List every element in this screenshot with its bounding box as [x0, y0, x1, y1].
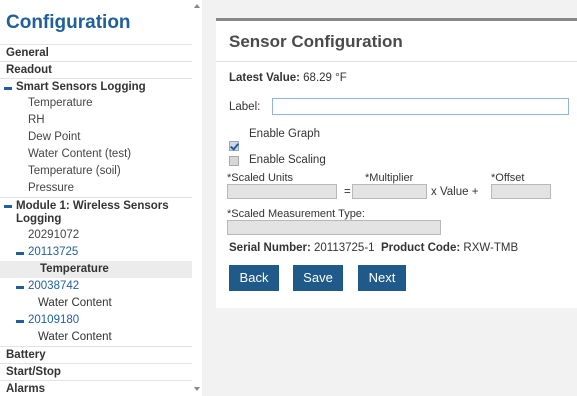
sidebar-item-water-content-2[interactable]: Water Content — [0, 329, 192, 346]
scaled-type-input[interactable] — [227, 220, 441, 235]
sidebar-item-module1[interactable]: Module 1: Wireless Sensors Logging — [0, 197, 192, 227]
enable-scaling-label: Enable Scaling — [249, 154, 326, 166]
sidebar-item-pressure[interactable]: Pressure — [0, 180, 192, 197]
latest-value-text: 68.29 °F — [303, 72, 347, 84]
sidebar-scrollbar[interactable] — [192, 0, 202, 396]
scaled-units-input[interactable] — [227, 184, 337, 199]
sidebar-item-water-content-1[interactable]: Water Content — [0, 295, 192, 312]
collapse-icon[interactable] — [16, 320, 24, 323]
collapse-icon[interactable] — [16, 252, 24, 255]
sidebar-nav: General Readout Smart Sensors Logging Te… — [0, 44, 192, 396]
sidebar-item-water-content-test[interactable]: Water Content (test) — [0, 146, 192, 163]
sidebar-item-start-stop[interactable]: Start/Stop — [0, 363, 192, 380]
latest-value: Latest Value: 68.29 °F — [229, 72, 347, 84]
multiplier-input[interactable] — [352, 184, 427, 199]
sidebar-item-dew-point[interactable]: Dew Point — [0, 129, 192, 146]
offset-input[interactable] — [491, 184, 551, 199]
sidebar-item-label: 20113725 — [28, 246, 79, 258]
x-value-plus: x Value + — [431, 186, 479, 198]
sidebar-item-label: 20109180 — [28, 314, 80, 326]
product-code-value: RXW-TMB — [463, 242, 519, 254]
collapse-icon[interactable] — [4, 205, 12, 208]
enable-graph-checkbox[interactable] — [229, 141, 239, 151]
label-field-label: Label: — [229, 101, 261, 113]
sidebar-item-sensor-20291072[interactable]: 20291072 — [0, 227, 192, 244]
next-button[interactable]: Next — [358, 265, 406, 291]
sidebar-item-alarms[interactable]: Alarms — [0, 380, 192, 396]
sidebar-item-sensor-20109180[interactable]: 20109180 — [0, 312, 192, 329]
sidebar-item-sensor-20038742[interactable]: 20038742 — [0, 278, 192, 295]
sidebar-item-sensor-temperature[interactable]: Temperature — [0, 261, 192, 278]
scaled-type-label: *Scaled Measurement Type: — [227, 208, 365, 220]
sidebar-item-sensor-20113725[interactable]: 20113725 — [0, 244, 192, 261]
sidebar-item-battery[interactable]: Battery — [0, 346, 192, 363]
offset-label: *Offset — [491, 172, 525, 184]
sidebar-title: Configuration — [6, 12, 131, 33]
label-input[interactable] — [272, 98, 569, 115]
scroll-down-arrow-icon[interactable] — [194, 387, 200, 391]
collapse-icon[interactable] — [4, 87, 12, 90]
title-divider — [216, 61, 577, 62]
sidebar-item-general[interactable]: General — [0, 44, 192, 61]
sensor-config-panel: Sensor Configuration Latest Value: 68.29… — [216, 18, 577, 308]
config-sidebar: Configuration General Readout Smart Sens… — [0, 0, 192, 396]
sidebar-item-rh[interactable]: RH — [0, 112, 192, 129]
save-button[interactable]: Save — [293, 265, 343, 291]
serial-number-value: 20113725-1 — [314, 242, 375, 254]
multiplier-label: *Multiplier — [365, 172, 414, 184]
collapse-icon[interactable] — [16, 286, 24, 289]
scroll-up-arrow-icon[interactable] — [194, 4, 200, 8]
product-code-label: Product Code: — [380, 242, 461, 254]
sidebar-item-readout[interactable]: Readout — [0, 61, 192, 78]
enable-graph-label: Enable Graph — [249, 128, 320, 140]
sidebar-item-temperature-soil[interactable]: Temperature (soil) — [0, 163, 192, 180]
enable-scaling-checkbox[interactable] — [229, 156, 239, 166]
sidebar-item-label: 20038742 — [28, 280, 80, 292]
scaled-units-label: *Scaled Units — [227, 172, 294, 184]
sidebar-item-label: Module 1: Wireless Sensors Logging — [16, 200, 169, 225]
sidebar-item-smart-sensors[interactable]: Smart Sensors Logging — [0, 78, 192, 95]
serial-product-line: Serial Number: 20113725-1 Product Code: … — [229, 242, 518, 254]
serial-number-label: Serial Number: — [229, 242, 311, 254]
page-title: Sensor Configuration — [229, 32, 403, 51]
latest-value-label: Latest Value: — [229, 72, 300, 84]
back-button[interactable]: Back — [229, 265, 279, 291]
sidebar-item-label: Smart Sensors Logging — [16, 81, 146, 93]
equals-sign: = — [344, 186, 351, 198]
sidebar-item-temperature[interactable]: Temperature — [0, 95, 192, 112]
